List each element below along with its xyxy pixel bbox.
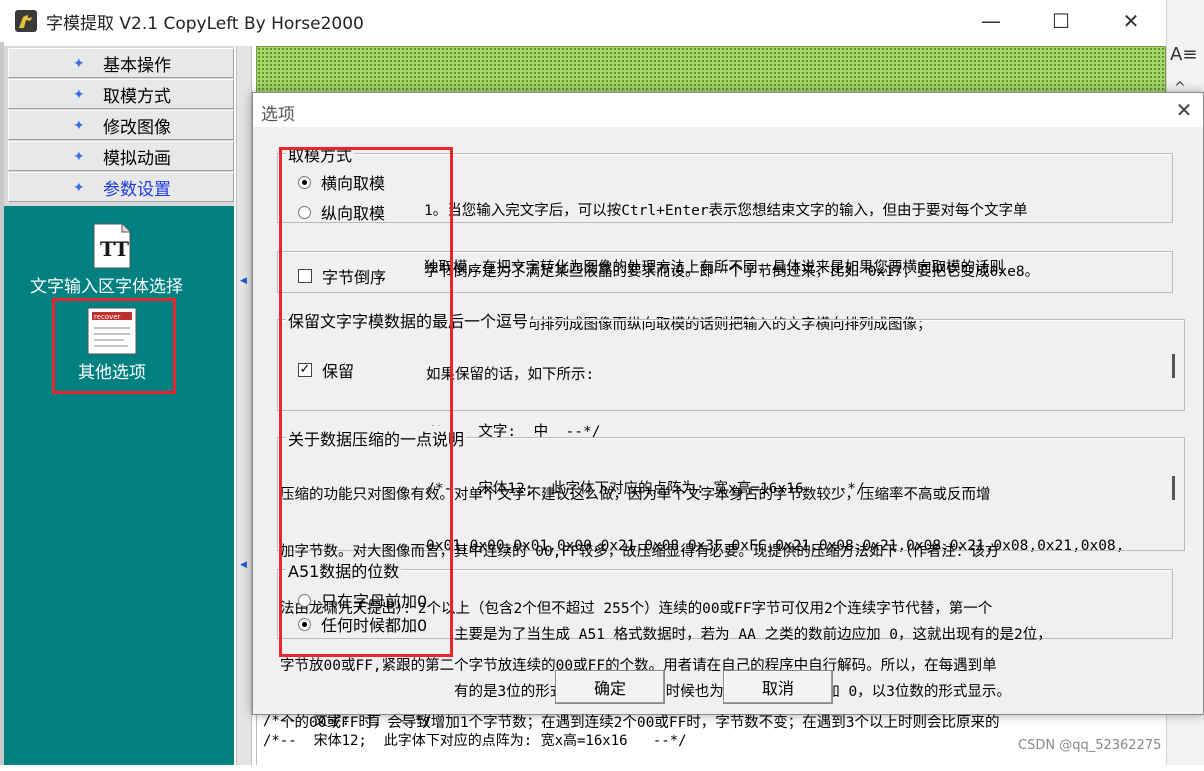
diamond-icon: ✦ (73, 56, 85, 72)
diamond-icon: ✦ (73, 149, 85, 165)
panel-splitter[interactable] (236, 46, 252, 765)
dot-matrix-preview (256, 46, 1166, 94)
byte-order-description: 字节倒序是为了满足某些液晶的要求而设。即一个字节倒过来，比如 0x17，要把它变… (424, 264, 1040, 280)
scrollbar-thumb[interactable] (1172, 354, 1175, 378)
sidebar-item-label: 参数设置 (103, 179, 171, 200)
diamond-icon: ✦ (73, 180, 85, 196)
sidebar-item-label: 基本操作 (103, 55, 171, 76)
diamond-icon: ✦ (73, 118, 85, 134)
sidebar-item-basic[interactable]: ✦ 基本操作 (8, 48, 234, 78)
ok-button[interactable]: 确定 (555, 670, 665, 704)
sidebar-item-settings[interactable]: ✦ 参数设置 (8, 172, 234, 202)
sidebar-item-mode[interactable]: ✦ 取模方式 (8, 79, 234, 109)
dialog-title: 选项 (261, 105, 295, 125)
sidebar-item-label: 取模方式 (103, 86, 171, 107)
sidebar-menu: ✦ 基本操作 ✦ 取模方式 ✦ 修改图像 ✦ 模拟动画 ✦ 参数设置 (4, 46, 234, 206)
text-format-icon: A≡ (1170, 44, 1198, 65)
dialog-close-button[interactable]: ✕ (1169, 95, 1199, 125)
maximize-button[interactable]: ☐ (1026, 0, 1096, 42)
description-line: 如果保留的话，如下所示: (426, 367, 595, 383)
a51-description: 主要是为了当生成 A51 格式数据时，若为 AA 之类的数前边应加 0，这就出现… (454, 588, 1164, 740)
app-horse-icon (15, 10, 37, 32)
description-line: 1。当您输入完文字后，可以按Ctrl+Enter表示您想结束文字的输入，但由于要… (424, 203, 1028, 219)
font-select-label[interactable]: 文字输入区字体选择 (30, 272, 183, 297)
window-titlebar: 字模提取 V2.1 CopyLeft By Horse2000 — ☐ ✕ (0, 0, 1166, 42)
font-select-icon[interactable]: TT (92, 222, 132, 270)
dialog-titlebar: 选项 ✕ (253, 93, 1203, 127)
diamond-icon: ✦ (73, 87, 85, 103)
sidebar-item-animation[interactable]: ✦ 模拟动画 (8, 141, 234, 171)
splitter-arrow-icon[interactable]: ◀ (240, 276, 247, 286)
minimize-button[interactable]: — (956, 0, 1026, 42)
options-dialog: 选项 ✕ 取模方式 横向取模 纵向取模 1。当您输入完文字后，可以按Ctrl+E… (252, 92, 1204, 731)
sidebar-item-edit-image[interactable]: ✦ 修改图像 (8, 110, 234, 140)
annotation-highlight-box (52, 298, 176, 394)
description-line: 主要是为了当生成 A51 格式数据时，若为 AA 之类的数前边应加 0，这就出现… (454, 627, 1052, 643)
close-button[interactable]: ✕ (1096, 0, 1166, 42)
window-title: 字模提取 V2.1 CopyLeft By Horse2000 (46, 14, 364, 34)
cancel-button[interactable]: 取消 (723, 670, 833, 704)
splitter-arrow-icon[interactable]: ◀ (240, 560, 247, 570)
annotation-highlight-box (279, 147, 453, 657)
sidebar-item-label: 修改图像 (103, 117, 171, 138)
font-icon-text: TT (100, 237, 129, 261)
scrollbar-thumb[interactable] (1172, 476, 1175, 500)
sidebar-item-label: 模拟动画 (103, 148, 171, 169)
